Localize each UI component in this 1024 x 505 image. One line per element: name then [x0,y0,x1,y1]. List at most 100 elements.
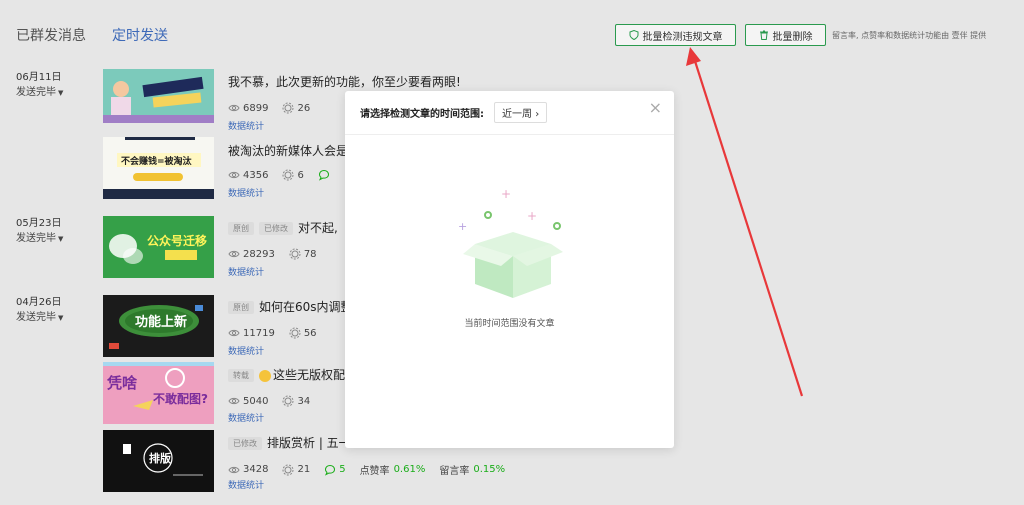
like-rate-value: 0.61% [393,464,426,475]
article-stats: 6899 26 [228,102,324,114]
tag-original: 原创 [228,222,254,235]
thumbnail-caption: 不敢配图? [153,392,208,406]
check-range-dialog: 请选择检测文章的时间范围: 近一周 › × + + + 当前时间范围没有文章 [345,91,674,448]
share-icon [282,464,294,475]
svg-text:+: + [458,220,467,233]
thumbnail-caption: 功能上新 [135,315,188,330]
eye-icon [228,329,240,337]
svg-text:+: + [501,187,511,201]
shield-icon [629,30,638,40]
trash-icon [759,30,768,40]
batch-check-label: 批量检测违规文章 [642,31,723,43]
emoji-icon [259,369,271,382]
article-title-row[interactable]: 已修改 排版赏析 | 五一 [228,434,351,451]
send-status[interactable]: 发送完毕 ▼ [16,85,63,101]
article-thumbnail[interactable]: 公众号迁移 [103,216,214,278]
article-title: 对不起, [298,221,338,235]
thumbnail-caption: 凭啥 [107,374,138,392]
stats-link[interactable]: 数据统计 [228,478,264,491]
article-thumbnail[interactable]: 排版 [103,430,214,492]
date-group: 04月26日 发送完毕 ▼ [16,295,63,326]
chevron-right-icon: › [535,109,540,120]
article-title-row[interactable]: 原创 如何在60s内调整 [228,298,353,315]
feature-note: 留言率, 点赞率和数据统计功能由 壹伴 提供 [832,31,987,40]
share-icon [289,248,301,260]
thumbnail-caption: 不会赚钱=被淘汰 [121,157,192,167]
article-stats: 28293 78 [228,248,331,260]
article-thumbnail[interactable]: 凭啥 不敢配图? [103,362,214,424]
share-count: 6 [297,169,304,181]
article-title[interactable]: 被淘汰的新媒体人会是你 [228,142,360,159]
date-group: 06月11日 发送完毕 ▼ [16,70,63,101]
view-count: 6899 [243,102,269,114]
comment-icon [318,169,329,181]
article-title: 排版赏析 | 五一 [267,436,351,450]
stats-link[interactable]: 数据统计 [228,265,264,278]
svg-text:+: + [527,209,537,223]
thumbnail-caption: 排版 [149,452,171,465]
tab-scheduled[interactable]: 定时发送 [112,25,168,45]
comment-count: 5 [339,464,346,475]
like-rate-label: 点赞率 [359,466,390,477]
dialog-title: 请选择检测文章的时间范围: [360,109,484,120]
share-count: 56 [303,327,317,339]
send-status[interactable]: 发送完毕 ▼ [16,231,63,247]
article-thumbnail[interactable] [103,69,214,123]
empty-message: 当前时间范围没有文章 [464,319,555,329]
share-count: 78 [303,248,317,260]
article-stats: 11719 56 [228,327,331,339]
share-count: 21 [297,464,311,475]
stats-link[interactable]: 数据统计 [228,186,264,199]
share-icon [282,102,294,114]
date-label: 06月11日 [16,72,62,83]
period-select[interactable]: 近一周 › [494,102,548,123]
tab-sent-messages[interactable]: 已群发消息 [16,25,86,45]
dialog-header: 请选择检测文章的时间范围: 近一周 › [345,91,674,135]
batch-delete-button[interactable]: 批量删除 [745,24,826,46]
share-icon [282,395,294,407]
article-title: 如何在60s内调整 [259,300,353,314]
batch-delete-label: 批量删除 [772,31,813,43]
article-stats: 3428 21 5 点赞率 0.61% 留言率 0.15% [228,462,519,477]
tag-modified: 已修改 [228,437,262,450]
tag-modified: 已修改 [259,222,293,235]
stats-link[interactable]: 数据统计 [228,119,264,132]
article-title-row[interactable]: 转载 这些无版权配图 [228,366,357,383]
view-count: 3428 [243,464,269,475]
eye-icon [228,250,240,258]
share-icon [282,169,294,181]
date-label: 04月26日 [16,297,62,308]
article-stats: 5040 34 [228,395,324,407]
article-stats: 4356 6 [228,169,347,181]
thumbnail-caption: 公众号迁移 [147,234,208,248]
view-count: 28293 [243,248,275,260]
eye-icon [228,397,240,405]
article-title[interactable]: 我不慕，此次更新的功能，你至少要看两眼! [228,73,461,90]
date-label: 05月23日 [16,218,62,229]
article-title-row[interactable]: 原创 已修改 对不起, [228,219,338,236]
comment-rate-label: 留言率 [439,466,470,477]
tag-original: 原创 [228,301,254,314]
tag-reprint: 转载 [228,369,254,382]
eye-icon [228,104,240,112]
batch-check-button[interactable]: 批量检测违规文章 [615,24,736,46]
stats-link[interactable]: 数据统计 [228,344,264,357]
stats-link[interactable]: 数据统计 [228,411,264,424]
share-count: 26 [297,102,311,114]
date-group: 05月23日 发送完毕 ▼ [16,216,63,247]
share-icon [289,327,301,339]
article-thumbnail[interactable]: 不会赚钱=被淘汰 [103,137,214,199]
comment-rate-value: 0.15% [473,464,506,475]
send-status[interactable]: 发送完毕 ▼ [16,310,63,326]
eye-icon [228,466,240,473]
comment-icon [325,464,336,476]
share-count: 34 [297,395,311,407]
empty-box-illustration: + + + [458,187,563,298]
article-thumbnail[interactable]: 功能上新 [103,295,214,357]
close-icon[interactable]: × [649,98,662,117]
eye-icon [228,171,240,179]
view-count: 4356 [243,169,269,181]
view-count: 11719 [243,327,275,339]
view-count: 5040 [243,395,269,407]
tab-bar: 已群发消息 定时发送 [16,25,168,45]
